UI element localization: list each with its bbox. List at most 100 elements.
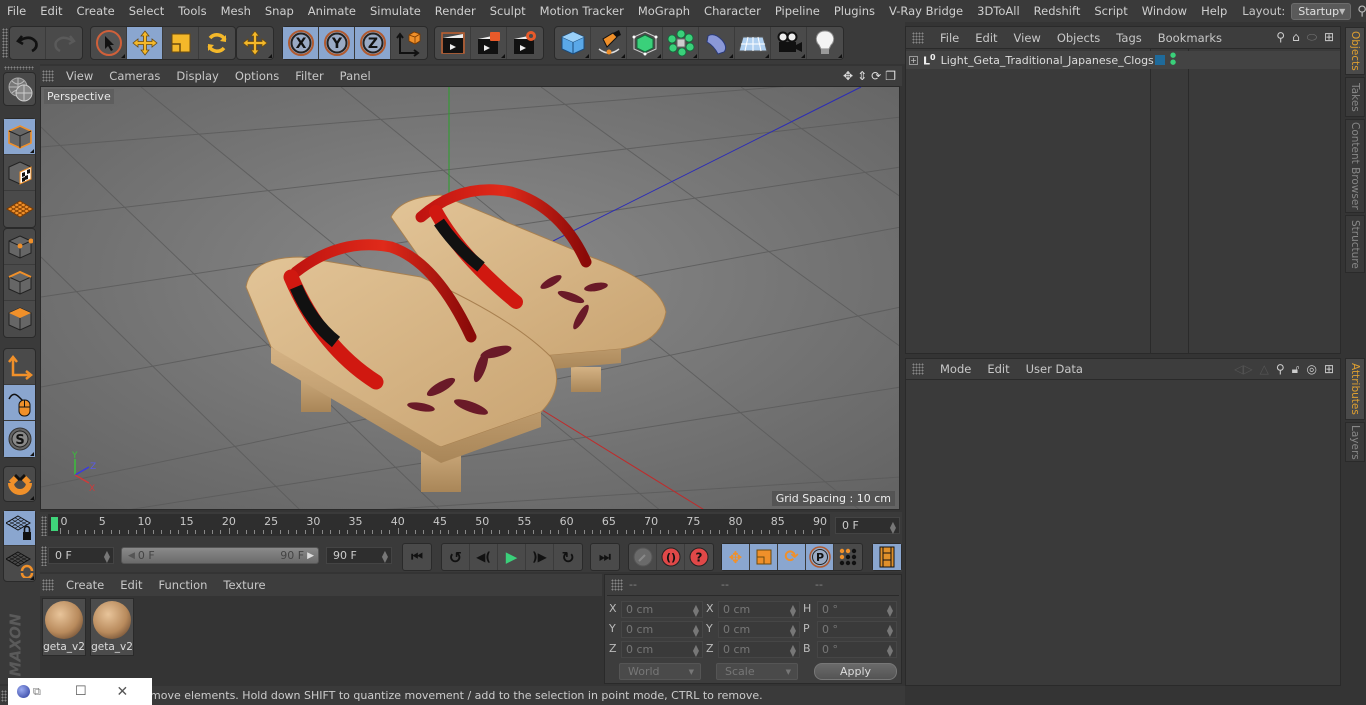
floor-button[interactable] <box>735 27 771 59</box>
object-menu-bookmarks[interactable]: Bookmarks <box>1150 31 1230 45</box>
expand-icon[interactable]: + <box>909 55 918 65</box>
z-axis-toggle[interactable]: Z <box>355 27 391 59</box>
menu-character[interactable]: Character <box>697 4 768 18</box>
rot-h-field[interactable]: 0 ° ▲ ▼ <box>817 601 897 618</box>
pen-spline-button[interactable] <box>591 27 627 59</box>
texture-mode-button[interactable] <box>4 155 35 191</box>
next-frame-button[interactable]: )▶ <box>526 544 554 570</box>
object-menu-objects[interactable]: Objects <box>1049 31 1108 45</box>
render-picture-viewer-button[interactable] <box>471 27 507 59</box>
solo-button[interactable]: S <box>4 421 35 457</box>
panel-grip[interactable] <box>41 546 47 566</box>
viewport-menu-filter[interactable]: Filter <box>287 69 331 83</box>
menu-pipeline[interactable]: Pipeline <box>768 4 827 18</box>
go-to-end-button[interactable]: ⏭ <box>591 544 619 570</box>
rotation-track-button[interactable]: ⟳ <box>778 544 806 570</box>
lock-icon[interactable]: 🔓︎ <box>1292 362 1300 377</box>
spinner-arrows-icon[interactable]: ▲ ▼ <box>790 604 796 618</box>
material-swatch[interactable]: geta_v2 <box>90 598 134 656</box>
light-button[interactable] <box>807 27 843 59</box>
tab-layers[interactable]: Layers <box>1345 422 1365 462</box>
menu-simulate[interactable]: Simulate <box>363 4 428 18</box>
panel-grip[interactable] <box>42 70 54 82</box>
spinner-arrows-icon[interactable]: ▲ ▼ <box>790 644 796 658</box>
previous-frame-button[interactable]: ◀( <box>470 544 498 570</box>
previous-key-button[interactable]: ↺ <box>442 544 470 570</box>
object-name[interactable]: Light_Geta_Traditional_Japanese_Clogs <box>941 54 1154 67</box>
layer-color-swatch[interactable] <box>1155 55 1165 65</box>
menu-sculpt[interactable]: Sculpt <box>483 4 533 18</box>
point-level-animation-button[interactable] <box>834 544 862 570</box>
attribute-menu-edit[interactable]: Edit <box>979 362 1017 376</box>
back-arrow-icon[interactable]: ◁▷ <box>1234 362 1252 377</box>
menu-select[interactable]: Select <box>122 4 171 18</box>
edges-mode-button[interactable] <box>4 265 35 301</box>
viewport-menu-cameras[interactable]: Cameras <box>101 69 168 83</box>
keyframe-selection-button[interactable]: ? <box>685 544 713 570</box>
playhead[interactable] <box>51 517 58 531</box>
spinner-arrows-icon[interactable]: ▲ ▼ <box>693 624 699 638</box>
material-menu-function[interactable]: Function <box>151 578 216 592</box>
toolbar-grip[interactable] <box>2 28 8 58</box>
maximize-view-icon[interactable]: ❐ <box>885 69 896 83</box>
spinner-arrows-icon[interactable]: ▲ ▼ <box>104 550 110 564</box>
last-tool-button[interactable] <box>237 27 273 59</box>
tab-objects[interactable]: Objects <box>1345 27 1365 75</box>
size-z-field[interactable]: 0 cm ▲ ▼ <box>718 641 800 658</box>
undo-button[interactable] <box>10 27 46 59</box>
cube-button[interactable] <box>555 27 591 59</box>
locked-workplane-button[interactable] <box>4 511 35 546</box>
scale-tool-button[interactable] <box>163 27 199 59</box>
rot-p-field[interactable]: 0 ° ▲ ▼ <box>817 621 897 638</box>
pos-y-field[interactable]: 0 cm ▲ ▼ <box>621 621 703 638</box>
size-y-field[interactable]: 0 cm ▲ ▼ <box>718 621 800 638</box>
parameter-track-button[interactable]: P <box>806 544 834 570</box>
menu-3dtoall[interactable]: 3DToAll <box>970 4 1027 18</box>
menu-tools[interactable]: Tools <box>171 4 213 18</box>
tab-takes[interactable]: Takes <box>1345 77 1365 117</box>
menu-script[interactable]: Script <box>1087 4 1134 18</box>
menu-edit[interactable]: Edit <box>33 4 69 18</box>
material-menu-create[interactable]: Create <box>58 578 112 592</box>
3d-viewport[interactable]: Y Z X Perspective Grid Spacing : 10 cm <box>40 86 900 510</box>
menu-redshift[interactable]: Redshift <box>1027 4 1088 18</box>
panel-grip[interactable] <box>41 516 47 536</box>
menu-window[interactable]: Window <box>1135 4 1194 18</box>
rot-b-field[interactable]: 0 ° ▲ ▼ <box>817 641 897 658</box>
size-mode-dropdown[interactable]: Scale ▼ <box>716 663 798 680</box>
move-tool-button[interactable] <box>127 27 163 59</box>
viewport-menu-options[interactable]: Options <box>227 69 287 83</box>
scale-track-button[interactable] <box>750 544 778 570</box>
cinema4d-app-icon[interactable] <box>17 685 30 698</box>
spinner-arrows-icon[interactable]: ▲ ▼ <box>693 644 699 658</box>
menu-snap[interactable]: Snap <box>258 4 301 18</box>
current-frame-field[interactable]: 0 F ▲ ▼ <box>835 517 900 535</box>
spinner-arrows-icon[interactable]: ▲ ▼ <box>890 521 896 535</box>
menu-file[interactable]: File <box>0 4 33 18</box>
attribute-menu-user-data[interactable]: User Data <box>1018 362 1091 376</box>
tweak-mode-button[interactable] <box>4 385 35 421</box>
viewport-menu-panel[interactable]: Panel <box>332 69 379 83</box>
camera-button[interactable] <box>771 27 807 59</box>
axis-mode-button[interactable] <box>4 349 35 385</box>
tab-structure[interactable]: Structure <box>1345 215 1365 273</box>
apply-button[interactable]: Apply <box>814 663 897 680</box>
points-mode-button[interactable] <box>4 229 35 265</box>
frame-range-slider[interactable]: ◀ 0 F 90 F ▶ <box>121 547 319 564</box>
subdivision-surface-button[interactable] <box>627 27 663 59</box>
target-icon[interactable]: ◎ <box>1306 362 1316 377</box>
spinner-arrows-icon[interactable]: ▲ ▼ <box>382 550 388 564</box>
pan-view-icon[interactable]: ✥ <box>843 69 853 83</box>
restore-icon[interactable]: ⧉ <box>33 685 41 699</box>
live-selection-button[interactable] <box>91 27 127 59</box>
y-axis-toggle[interactable]: Y <box>319 27 355 59</box>
material-menu-texture[interactable]: Texture <box>215 578 273 592</box>
object-menu-edit[interactable]: Edit <box>967 31 1005 45</box>
panel-grip[interactable] <box>1 690 7 702</box>
render-view-button[interactable] <box>435 27 471 59</box>
x-axis-toggle[interactable]: X <box>283 27 319 59</box>
planar-workplane-button[interactable] <box>4 546 35 581</box>
range-left-arrow-icon[interactable]: ◀ <box>128 551 135 561</box>
search-icon[interactable]: ⚲ <box>1357 4 1366 19</box>
toolbar-grip[interactable] <box>4 66 34 70</box>
